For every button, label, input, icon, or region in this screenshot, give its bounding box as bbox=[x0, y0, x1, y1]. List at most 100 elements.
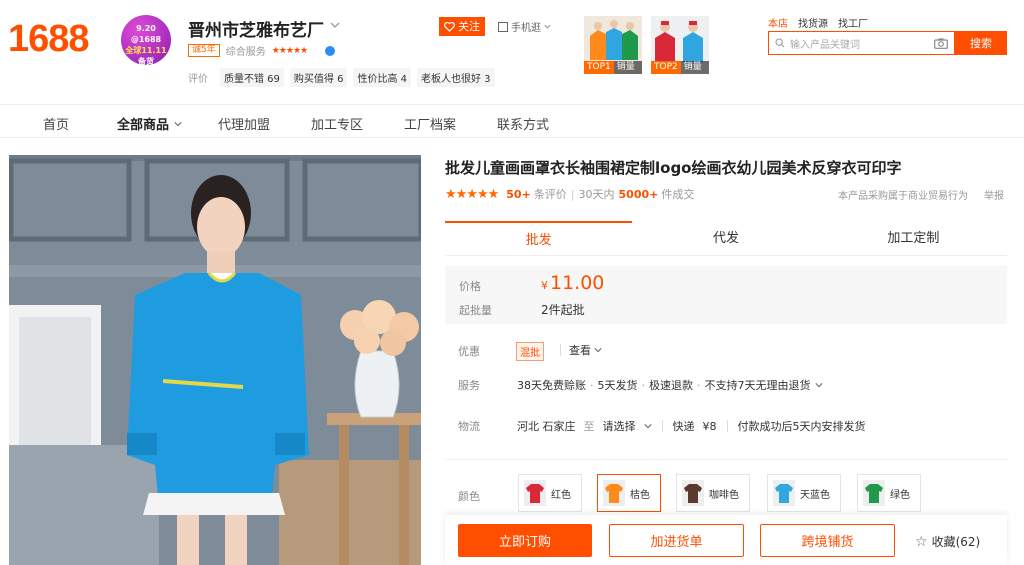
shop-name[interactable]: 晋州市芝雅布艺厂 bbox=[188, 16, 324, 41]
nav-contact[interactable]: 联系方式 bbox=[497, 114, 549, 133]
divider bbox=[726, 420, 728, 432]
buy-now-button[interactable]: 立即订购 bbox=[458, 524, 592, 557]
shipping-note: 付款成功后5天内安排发货 bbox=[737, 420, 866, 433]
service-label: 综合服务 bbox=[225, 47, 266, 58]
divider bbox=[445, 459, 1007, 460]
price-box: 价格 ¥11.00 起批量 2件起批 bbox=[445, 266, 1007, 324]
chevron-down-icon bbox=[544, 24, 551, 29]
service-row-label: 服务 bbox=[458, 379, 480, 392]
search-scope-tabs: 本店 找货源 找工厂 bbox=[768, 15, 868, 30]
color-name: 绿色 bbox=[890, 489, 910, 501]
purchase-action-bar: 立即订购 加进货单 跨境铺货 ☆ 收藏(62) bbox=[445, 515, 1007, 565]
review-tag[interactable]: 购买值得 6 bbox=[289, 68, 348, 87]
badge-line1: 9.20 @1688 bbox=[130, 24, 162, 44]
sales-unit: 件成交 bbox=[661, 188, 695, 201]
years-badge: 诚5年 bbox=[188, 44, 220, 57]
service-item: 不支持7天无理由退货 bbox=[704, 379, 811, 392]
badge-line3: 备货 bbox=[138, 57, 154, 66]
divider: | bbox=[570, 187, 575, 201]
price-value: 11.00 bbox=[550, 272, 605, 294]
nav-agency[interactable]: 代理加盟 bbox=[218, 114, 270, 133]
top-product-thumb[interactable]: TOP2 销量 bbox=[651, 16, 709, 74]
sales-count: 5000+ bbox=[618, 187, 659, 201]
color-name: 红色 bbox=[551, 489, 571, 501]
color-option-coffee[interactable]: 咖啡色 bbox=[676, 474, 750, 512]
apron-icon bbox=[865, 484, 883, 503]
top-product-thumb[interactable]: TOP1 销量 bbox=[584, 16, 642, 74]
verified-icon bbox=[325, 45, 336, 56]
logistics-row: 河北 石家庄 至 请选择 快递 ¥8 付款成功后5天内安排发货 bbox=[517, 418, 874, 434]
nav-home[interactable]: 首页 bbox=[43, 114, 69, 133]
star-icon: ☆ bbox=[915, 533, 928, 550]
express-label: 快递 bbox=[672, 420, 695, 433]
search-tab-factory[interactable]: 找工厂 bbox=[838, 15, 868, 30]
product-main-image[interactable] bbox=[9, 155, 421, 565]
swatch-image bbox=[773, 480, 795, 506]
promo-view-label: 查看 bbox=[569, 344, 591, 357]
product-meta-right: 本产品采购属于商业贸易行为 举报 bbox=[838, 187, 1004, 202]
color-name: 咖啡色 bbox=[709, 489, 739, 501]
separator: · bbox=[590, 378, 594, 392]
nav-processing[interactable]: 加工专区 bbox=[311, 114, 363, 133]
chevron-down-icon bbox=[814, 383, 823, 388]
tab-custom[interactable]: 加工定制 bbox=[820, 221, 1007, 255]
search-placeholder: 输入产品关键词 bbox=[790, 39, 860, 51]
add-to-cart-button[interactable]: 加进货单 bbox=[609, 524, 744, 557]
review-tag[interactable]: 老板人也很好 3 bbox=[417, 68, 495, 87]
follow-button[interactable]: 关注 bbox=[439, 17, 485, 36]
badge-line2: 全球11.11 bbox=[125, 46, 167, 55]
price: ¥11.00 bbox=[541, 272, 604, 294]
favorite-button[interactable]: ☆ 收藏(62) bbox=[915, 533, 980, 550]
report-link[interactable]: 举报 bbox=[984, 187, 1004, 202]
swatch-image bbox=[524, 480, 546, 506]
chevron-down-icon[interactable] bbox=[330, 20, 340, 30]
origin: 河北 石家庄 bbox=[517, 420, 576, 433]
tab-wholesale[interactable]: 批发 bbox=[445, 221, 633, 255]
camera-icon[interactable] bbox=[934, 37, 948, 49]
apron-icon bbox=[605, 484, 623, 503]
logistics-label: 物流 bbox=[458, 420, 480, 433]
nav-factory-profile[interactable]: 工厂档案 bbox=[404, 114, 456, 133]
purchase-mode-tabs: 批发 代发 加工定制 bbox=[445, 221, 1007, 256]
rank-badge: TOP1 bbox=[584, 61, 614, 74]
color-option-sky-blue[interactable]: 天蓝色 bbox=[767, 474, 841, 512]
currency-symbol: ¥ bbox=[541, 279, 548, 292]
promo-badge[interactable]: 9.20 @1688 全球11.11 备货 bbox=[121, 15, 171, 66]
mobile-browse[interactable]: 手机逛 bbox=[498, 19, 551, 34]
nav-all-products-label: 全部商品 bbox=[117, 118, 170, 133]
search-input[interactable]: 输入产品关键词 bbox=[768, 31, 955, 55]
search-tab-source[interactable]: 找货源 bbox=[798, 15, 828, 30]
review-tags: 评价 质量不错 69 购买值得 6 性价比高 4 老板人也很好 3 bbox=[188, 68, 495, 87]
service-list[interactable]: 38天免费赊账 · 5天发货 · 极速退款 · 不支持7天无理由退货 bbox=[517, 377, 823, 393]
search-tab-shop[interactable]: 本店 bbox=[768, 15, 788, 30]
sales-label: 销量 bbox=[616, 62, 635, 72]
tab-dropship[interactable]: 代发 bbox=[632, 221, 819, 255]
review-tag[interactable]: 质量不错 69 bbox=[220, 68, 284, 87]
thumb-caption: TOP2 销量 bbox=[651, 61, 709, 74]
sales-prefix: 30天内 bbox=[578, 188, 615, 201]
product-title: 批发儿童画画罩衣长袖围裙定制logo绘画衣幼儿园美术反穿衣可印字 bbox=[445, 159, 902, 177]
search-button[interactable]: 搜索 bbox=[955, 31, 1007, 55]
destination-select[interactable]: 请选择 bbox=[603, 418, 636, 434]
sales-label: 销量 bbox=[683, 62, 702, 72]
shop-credentials: 诚5年 综合服务 ★★★★★ bbox=[188, 43, 336, 58]
swatch-image bbox=[682, 480, 704, 506]
nav-all-products[interactable]: 全部商品 bbox=[117, 114, 182, 133]
color-option-green[interactable]: 绿色 bbox=[857, 474, 921, 512]
color-label: 颜色 bbox=[458, 490, 480, 503]
thumb-caption: TOP1 销量 bbox=[584, 61, 642, 74]
promo-view-dropdown[interactable]: 查看 bbox=[569, 342, 602, 358]
review-unit: 条评价 bbox=[533, 188, 567, 201]
color-option-red[interactable]: 红色 bbox=[518, 474, 582, 512]
site-logo[interactable]: 1688 bbox=[8, 18, 90, 61]
service-rating-stars: ★★★★★ bbox=[271, 45, 308, 56]
review-count[interactable]: 50+ bbox=[506, 188, 531, 201]
review-tag[interactable]: 性价比高 4 bbox=[353, 68, 411, 87]
cross-border-button[interactable]: 跨境铺货 bbox=[760, 524, 895, 557]
favorite-label: 收藏(62) bbox=[931, 535, 981, 549]
rank-badge: TOP2 bbox=[651, 61, 681, 74]
separator: · bbox=[697, 378, 701, 392]
color-option-orange[interactable]: 桔色 bbox=[597, 474, 661, 512]
chevron-down-icon bbox=[594, 348, 602, 353]
product-stats: ★★★★★ 50+ 条评价 | 30天内 5000+ 件成交 bbox=[445, 186, 694, 202]
